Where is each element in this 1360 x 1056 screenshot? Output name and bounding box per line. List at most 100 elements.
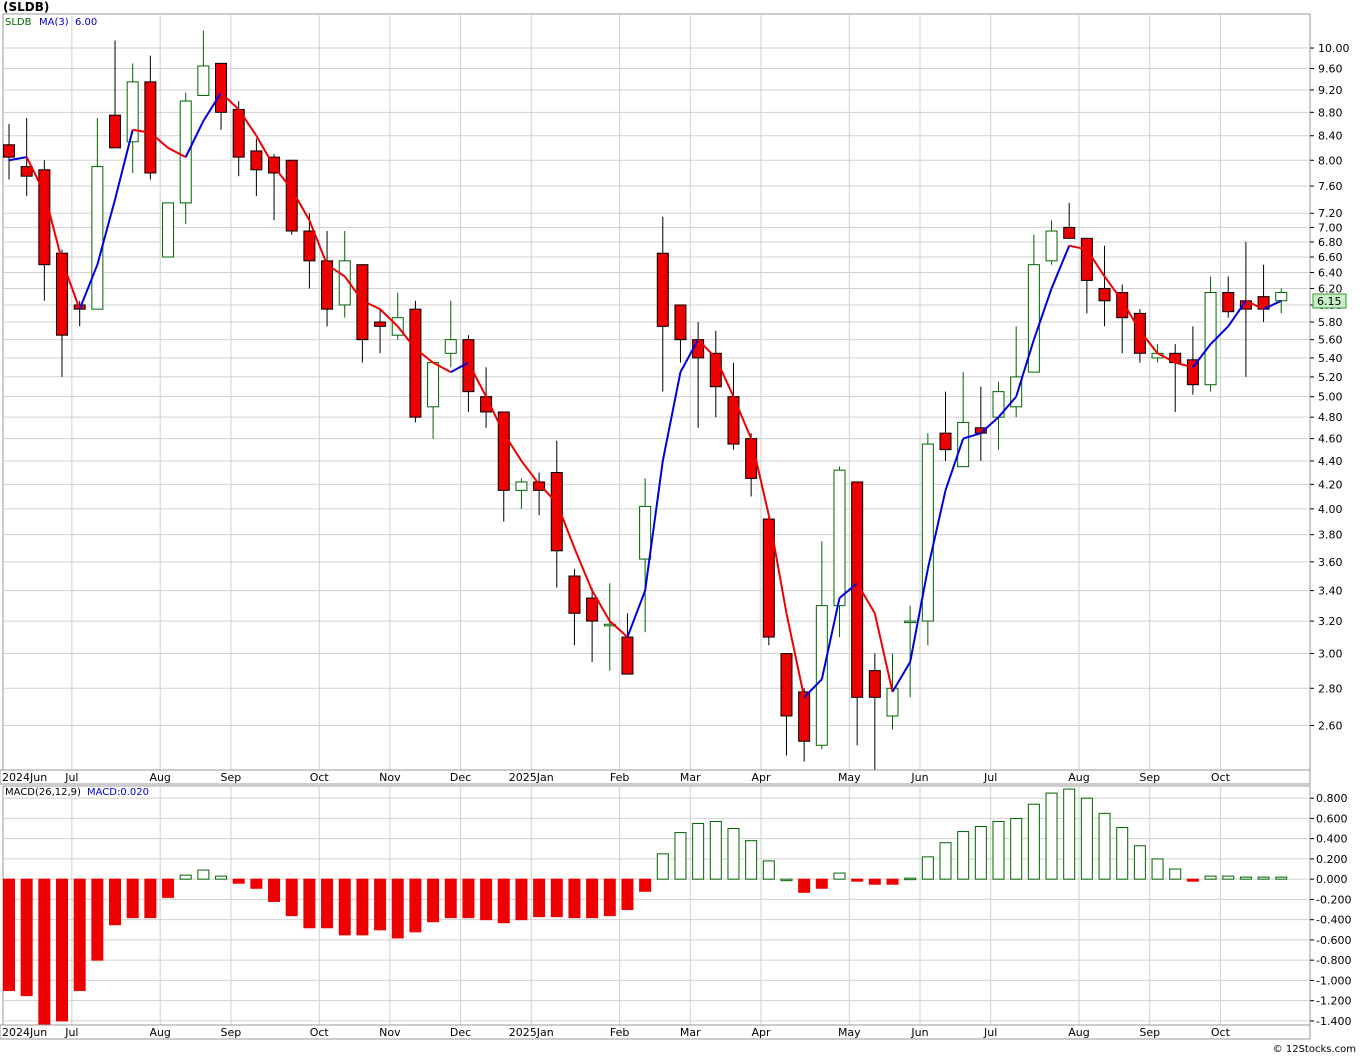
- macd-bar: [1116, 827, 1129, 880]
- macd-bar: [427, 878, 440, 923]
- macd-bar: [91, 878, 104, 961]
- candle-body: [1204, 292, 1217, 386]
- candle-body: [586, 597, 599, 622]
- macd-bar: [639, 878, 652, 892]
- candle-body: [427, 362, 440, 408]
- macd-bar: [1239, 876, 1252, 880]
- macd-bar: [356, 878, 369, 936]
- month-label: 2024Jun: [2, 1026, 47, 1039]
- macd-bar: [1133, 845, 1146, 880]
- price-tick-label: 9.20: [1318, 84, 1343, 97]
- macd-bar: [621, 878, 634, 911]
- legend-macd-value: MACD:0.020: [87, 787, 149, 798]
- candle-body: [904, 620, 917, 624]
- macd-bar: [586, 878, 599, 919]
- legend-macd-label: MACD(26,12,9): [5, 787, 81, 798]
- month-label: Aug: [1068, 1026, 1089, 1039]
- macd-bar: [1169, 868, 1182, 880]
- candle: [162, 202, 175, 258]
- macd-bar: [886, 878, 899, 885]
- price-tick-label: 5.60: [1318, 334, 1343, 347]
- price-tick-label: 4.40: [1318, 455, 1343, 468]
- macd-bar: [1027, 803, 1040, 880]
- macd-bar: [1222, 875, 1235, 880]
- macd-bar: [3, 878, 15, 992]
- month-label: Oct: [1211, 771, 1231, 784]
- candle-body: [144, 81, 157, 174]
- month-label: Nov: [379, 1026, 401, 1039]
- candle-body: [798, 691, 811, 742]
- macd-bar: [126, 878, 139, 919]
- legend-ma-label: MA(3): [39, 17, 69, 28]
- price-tick-label: 4.60: [1318, 433, 1343, 446]
- price-y-axis: 10.00 9.60 9.20 8.80 8.40 8.00 7.60 7.207.00 6.8…: [1310, 42, 1350, 733]
- price-panel: 10.00 9.60 9.20 8.80 8.40 8.00 7.60 7.207.00 6.8…: [2, 13, 1350, 771]
- macd-bar: [20, 878, 33, 997]
- macd-bar: [798, 878, 811, 893]
- macd-bar: [321, 878, 334, 929]
- month-label: Aug: [149, 771, 170, 784]
- macd-bar: [1045, 792, 1058, 880]
- month-label: May: [838, 1026, 861, 1039]
- candle-body: [1275, 292, 1288, 302]
- macd-panel: 0.800 0.600 0.400 0.200 0.000 -0.200 -0.400 -0.…: [2, 785, 1351, 1028]
- price-tick-label: 5.00: [1318, 391, 1343, 404]
- macd-bar: [1010, 817, 1023, 880]
- macd-bar: [550, 878, 563, 918]
- month-label: Sep: [1139, 1026, 1160, 1039]
- month-label: Sep: [221, 1026, 242, 1039]
- macd-bar: [462, 878, 475, 919]
- macd-bar: [162, 878, 175, 898]
- price-tick-label: 3.40: [1318, 585, 1343, 598]
- macd-bar: [338, 878, 351, 936]
- macd-bar: [674, 832, 687, 880]
- macd-bar: [851, 878, 864, 882]
- macd-tick-label: -0.600: [1316, 934, 1351, 947]
- price-tick-label: 2.80: [1318, 682, 1343, 695]
- credit-text: © 12Stocks.com: [1273, 1044, 1356, 1055]
- month-label: Jul: [983, 1026, 997, 1039]
- macd-bar: [974, 826, 987, 880]
- macd-tick-label: -1.400: [1316, 1015, 1351, 1028]
- macd-bar: [656, 853, 669, 880]
- month-label: 2024Jun: [2, 771, 47, 784]
- macd-bar: [1098, 812, 1111, 880]
- price-tick-label: 7.00: [1318, 221, 1343, 234]
- candle-body: [656, 252, 669, 327]
- macd-bar: [56, 878, 69, 1022]
- macd-bar: [533, 878, 546, 918]
- macd-bar: [497, 878, 510, 924]
- candle-body: [515, 481, 528, 491]
- legend-ma-value: 6.00: [75, 17, 97, 28]
- macd-bar: [179, 874, 192, 880]
- month-label: Dec: [450, 771, 471, 784]
- candle: [1204, 276, 1217, 392]
- macd-bar: [568, 878, 581, 919]
- month-label: Jun: [910, 1026, 928, 1039]
- macd-tick-label: 0.600: [1316, 812, 1348, 825]
- candle-body: [162, 202, 175, 258]
- month-label: Oct: [310, 771, 330, 784]
- price-tick-label: 5.20: [1318, 371, 1343, 384]
- macd-tick-label: 0.400: [1316, 833, 1348, 846]
- macd-bar: [603, 878, 616, 917]
- candle-body: [20, 166, 33, 177]
- macd-bar: [480, 878, 493, 921]
- month-label: Mar: [680, 1026, 701, 1039]
- candle-body: [621, 636, 634, 675]
- macd-bar: [515, 878, 528, 921]
- price-tick-label: 2.60: [1318, 720, 1343, 733]
- month-label: Aug: [1068, 771, 1089, 784]
- price-tick-label: 3.60: [1318, 556, 1343, 569]
- macd-tick-label: -1.200: [1316, 995, 1351, 1008]
- candle-body: [374, 321, 387, 327]
- price-tick-label: 4.80: [1318, 411, 1343, 424]
- macd-bar: [109, 878, 122, 926]
- chart-title: (SLDB): [3, 0, 49, 14]
- month-label: Oct: [310, 1026, 330, 1039]
- macd-bar: [374, 878, 387, 931]
- candle-body: [957, 421, 970, 468]
- price-tick-label: 4.20: [1318, 478, 1343, 491]
- macd-bar: [1204, 875, 1217, 880]
- macd-bar: [957, 831, 970, 880]
